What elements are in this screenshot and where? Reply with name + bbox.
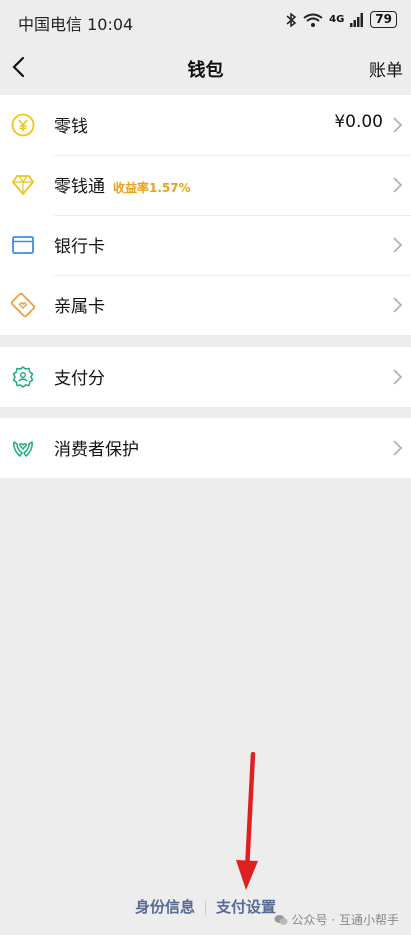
list-item-label: 消费者保护 [54, 440, 139, 460]
signal-icon [350, 12, 364, 27]
wallet-group-protection: 消费者保护 [0, 418, 411, 478]
network-type: 4G [329, 14, 345, 25]
bank-card-icon [12, 236, 34, 254]
list-item-bank-card[interactable]: 银行卡 [0, 215, 411, 275]
annotation-arrow-icon [236, 752, 258, 890]
list-item-label: 银行卡 [54, 237, 105, 257]
list-item-label: 零钱 [54, 117, 88, 137]
chevron-right-icon [393, 177, 403, 193]
list-item-pay-score[interactable]: 支付分 [0, 347, 411, 407]
chevron-right-icon [393, 440, 403, 456]
wallet-group-score: 支付分 [0, 347, 411, 407]
list-item-label: 零钱通 收益率1.57% [54, 172, 191, 197]
chevron-right-icon [393, 237, 403, 253]
pay-settings-link[interactable]: 支付设置 [216, 898, 276, 916]
nav-bar: 钱包 账单 [0, 42, 411, 94]
status-carrier-time: 中国电信 10:04 [18, 15, 134, 34]
family-card-icon [11, 293, 35, 317]
chevron-right-icon [393, 297, 403, 313]
chevron-right-icon [393, 369, 403, 385]
diamond-icon [12, 175, 34, 195]
page-title: 钱包 [187, 60, 224, 81]
balance-value: ¥0.00 [334, 112, 383, 132]
lqt-label: 零钱通 [54, 177, 105, 197]
bill-button[interactable]: 账单 [369, 56, 403, 81]
yield-badge: 收益率1.57% [113, 181, 191, 195]
list-item-lqt[interactable]: 零钱通 收益率1.57% [0, 155, 411, 215]
battery-indicator: 79 [370, 11, 397, 28]
list-item-change[interactable]: 零钱 ¥0.00 [0, 95, 411, 155]
list-item-label: 支付分 [54, 369, 105, 389]
list-item-consumer-protection[interactable]: 消费者保护 [0, 418, 411, 478]
watermark: 公众号 · 互通小帮手 [274, 911, 399, 928]
chevron-right-icon [393, 117, 403, 133]
wechat-icon [274, 914, 288, 925]
footer-divider [205, 900, 206, 915]
status-bar: 中国电信 10:04 4G 79 [0, 0, 411, 42]
list-item-label: 亲属卡 [54, 297, 105, 317]
list-item-family-card[interactable]: 亲属卡 [0, 275, 411, 335]
wifi-icon [303, 13, 323, 27]
status-icons: 4G 79 [285, 11, 397, 28]
watermark-text: 公众号 · 互通小帮手 [291, 913, 399, 927]
coin-icon [11, 113, 35, 137]
consumer-protection-icon [13, 441, 33, 457]
bluetooth-icon [286, 12, 297, 27]
pay-score-icon [12, 366, 34, 388]
wallet-group-main: 零钱 ¥0.00 零钱通 收益率1.57% 银行卡 亲属卡 [0, 95, 411, 335]
identity-info-link[interactable]: 身份信息 [135, 898, 195, 916]
